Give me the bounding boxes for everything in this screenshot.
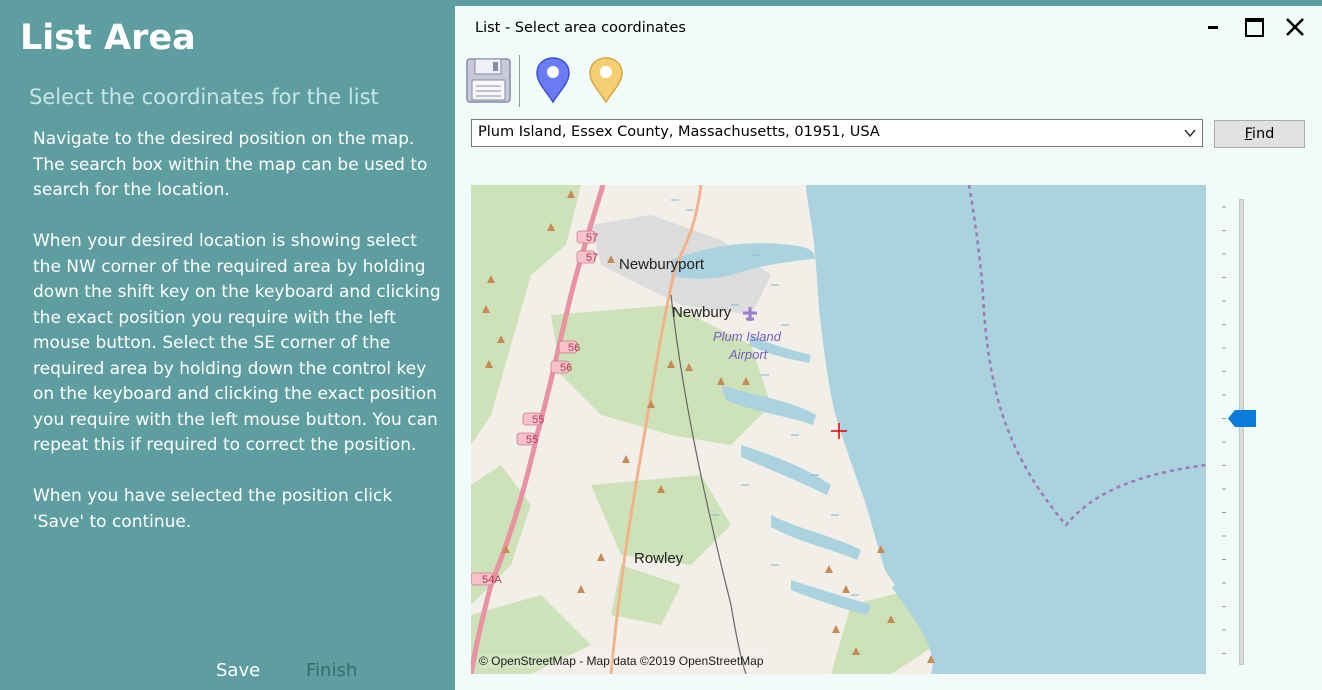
road-shield-57-top: 57 [586, 232, 598, 244]
instruction-panel: List Area Select the coordinates for the… [6, 6, 455, 690]
se-marker-button[interactable] [580, 54, 632, 106]
road-shield-55-bottom: 55 [526, 434, 538, 446]
floppy-disk-icon [466, 58, 511, 103]
toolbar-separator [519, 55, 520, 107]
road-shield-56-bottom: 56 [560, 362, 572, 374]
panel-subtitle: Select the coordinates for the list [29, 85, 379, 109]
close-button[interactable] [1275, 12, 1315, 42]
yellow-map-pin-icon [589, 57, 623, 104]
map-canvas[interactable]: 57 57 56 56 55 55 54A Newburyport Newbur… [471, 185, 1206, 674]
maximize-icon [1245, 18, 1264, 37]
instruction-paragraph: Navigate to the desired position on the … [33, 129, 428, 200]
coordinates-window: List - Select area coordinates Plum Isla… [455, 6, 1322, 690]
zoom-slider-track[interactable] [1239, 199, 1244, 665]
find-label-rest: ind [1251, 126, 1275, 142]
map-label-newbury: Newbury [672, 304, 732, 321]
nw-marker-button[interactable] [527, 54, 579, 106]
save-floppy-button[interactable] [463, 54, 515, 106]
maximize-button[interactable] [1235, 12, 1275, 42]
map-view[interactable]: 57 57 56 56 55 55 54A Newburyport Newbur… [471, 185, 1206, 674]
blue-map-pin-icon [536, 57, 570, 104]
find-button[interactable]: Find [1214, 120, 1305, 148]
instructions-text: Navigate to the desired position on the … [33, 127, 443, 561]
road-shield-54a: 54A [482, 574, 502, 586]
map-attribution[interactable]: © OpenStreetMap - Map data ©2019 OpenStr… [479, 654, 764, 668]
close-icon [1286, 18, 1304, 36]
instruction-paragraph: When your desired location is showing se… [33, 231, 441, 455]
map-label-airport-line2: Airport [728, 347, 769, 362]
location-search-value: Plum Island, Essex County, Massachusetts… [478, 124, 880, 140]
map-label-rowley: Rowley [634, 550, 684, 567]
instruction-paragraph: When you have selected the position clic… [33, 486, 393, 532]
app-frame: List Area Select the coordinates for the… [0, 0, 1322, 690]
location-search-combo[interactable]: Plum Island, Essex County, Massachusetts… [471, 119, 1203, 147]
zoom-ticks [1222, 206, 1226, 654]
road-shield-56-top: 56 [568, 342, 580, 354]
chevron-down-icon[interactable] [1184, 127, 1196, 139]
finish-button[interactable]: Finish [306, 660, 357, 681]
minimize-button[interactable] [1193, 12, 1233, 42]
road-shield-57-bottom: 57 [586, 252, 598, 264]
find-label-accelerator: F [1244, 126, 1252, 142]
minimize-icon [1208, 26, 1218, 29]
save-button[interactable]: Save [216, 660, 260, 681]
map-label-airport-line1: Plum Island [713, 329, 782, 344]
window-title: List - Select area coordinates [475, 20, 686, 36]
road-shield-55-top: 55 [532, 414, 544, 426]
map-label-newburyport: Newburyport [619, 256, 705, 273]
panel-title: List Area [20, 18, 196, 58]
zoom-slider-thumb[interactable] [1228, 410, 1256, 427]
